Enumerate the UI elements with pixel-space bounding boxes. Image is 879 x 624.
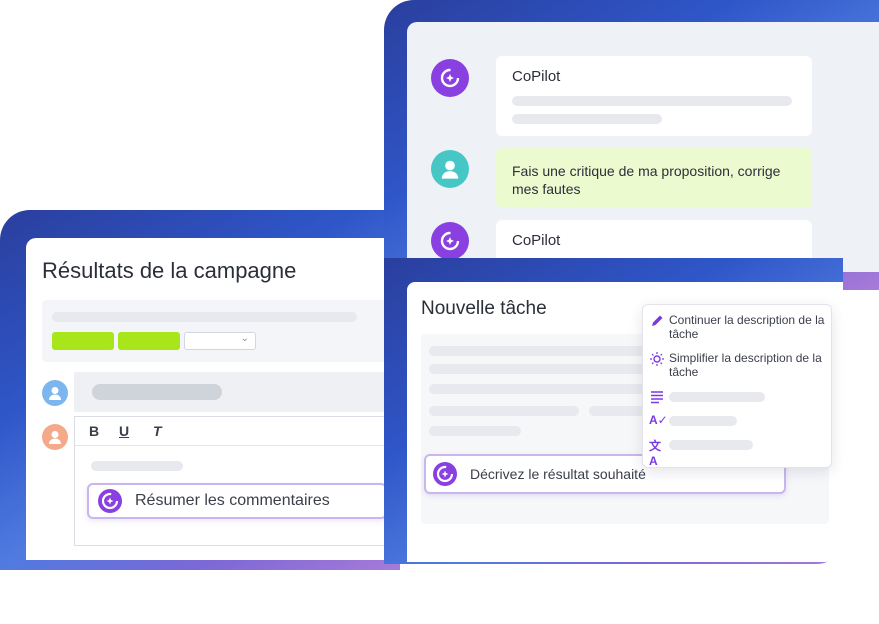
campaign-panel: Résultats de la campagne ⌄ B U T Résumer… (26, 238, 406, 560)
text-placeholder-bar (429, 364, 649, 374)
copilot-logo-icon (433, 462, 457, 486)
ai-actions-menu: Continuer la description de la tâche Sim… (642, 304, 832, 468)
avatar (431, 59, 469, 97)
avatar (431, 150, 469, 188)
text-placeholder-bar (52, 312, 357, 322)
menu-item-format[interactable] (647, 389, 827, 405)
task-title: Nouvelle tâche (421, 298, 547, 319)
status-dropdown[interactable]: ⌄ (184, 332, 256, 350)
user-icon (49, 387, 61, 400)
avatar (42, 424, 68, 450)
menu-label-placeholder (669, 392, 765, 402)
summarize-comments-button[interactable]: Résumer les commentaires (87, 483, 387, 519)
text-placeholder-bar (429, 426, 521, 436)
text-placeholder-bar (512, 114, 662, 124)
avatar (42, 380, 68, 406)
italic-button[interactable]: T (153, 423, 162, 439)
text-placeholder-bar (91, 461, 183, 471)
menu-label-placeholder (669, 440, 753, 450)
list-lines-icon (651, 391, 663, 404)
copilot-logo-icon (440, 68, 460, 88)
menu-item-label: Simplifier la description de la tâche (669, 351, 822, 379)
status-tag[interactable] (52, 332, 114, 350)
copilot-logo-icon (98, 489, 122, 513)
menu-item-spellcheck[interactable]: A✓ (647, 413, 827, 429)
text-placeholder-bar (589, 406, 649, 416)
chat-message: CoPilot (496, 56, 812, 136)
text-placeholder-bar (429, 406, 579, 416)
bold-button[interactable]: B (89, 423, 99, 439)
summarize-comments-label: Résumer les commentaires (135, 492, 330, 509)
text-placeholder-bar (429, 384, 649, 394)
menu-item-continue[interactable]: Continuer la description de la tâche (647, 313, 827, 343)
message-sender: CoPilot (512, 68, 561, 85)
comment-placeholder (92, 384, 222, 400)
comment-editor[interactable]: B U T Résumer les commentaires (74, 416, 406, 546)
underline-button[interactable]: U (119, 423, 129, 439)
menu-item-label: Continuer la description de la tâche (669, 313, 825, 341)
menu-item-translate[interactable]: 文A (647, 437, 827, 468)
avatar (431, 222, 469, 260)
translate-icon: 文A (649, 439, 662, 468)
user-icon (441, 160, 459, 179)
menu-label-placeholder (669, 416, 737, 426)
chat-message-user: Fais une critique de ma proposition, cor… (496, 148, 812, 208)
menu-item-simplify[interactable]: Simplifier la description de la tâche (647, 351, 827, 381)
message-text: Fais une critique de ma proposition, cor… (512, 163, 781, 197)
text-placeholder-bar (512, 96, 792, 106)
task-prompt-placeholder: Décrivez le résultat souhaité (470, 466, 646, 482)
pen-icon (652, 315, 663, 326)
campaign-title: Résultats de la campagne (42, 258, 297, 283)
copilot-logo-icon (440, 231, 460, 251)
campaign-summary-block: ⌄ (42, 300, 406, 362)
comment-row (74, 372, 406, 412)
text-placeholder-bar (429, 346, 649, 356)
sparkle-sun-icon (650, 352, 664, 366)
user-icon (49, 431, 61, 444)
spell-check-icon: A✓ (649, 413, 668, 427)
chat-panel: CoPilot Fais une critique de ma proposit… (407, 22, 879, 272)
message-sender: CoPilot (512, 232, 561, 249)
chevron-down-icon: ⌄ (240, 333, 249, 344)
editor-toolbar: B U T (75, 417, 406, 446)
status-tag[interactable] (118, 332, 180, 350)
